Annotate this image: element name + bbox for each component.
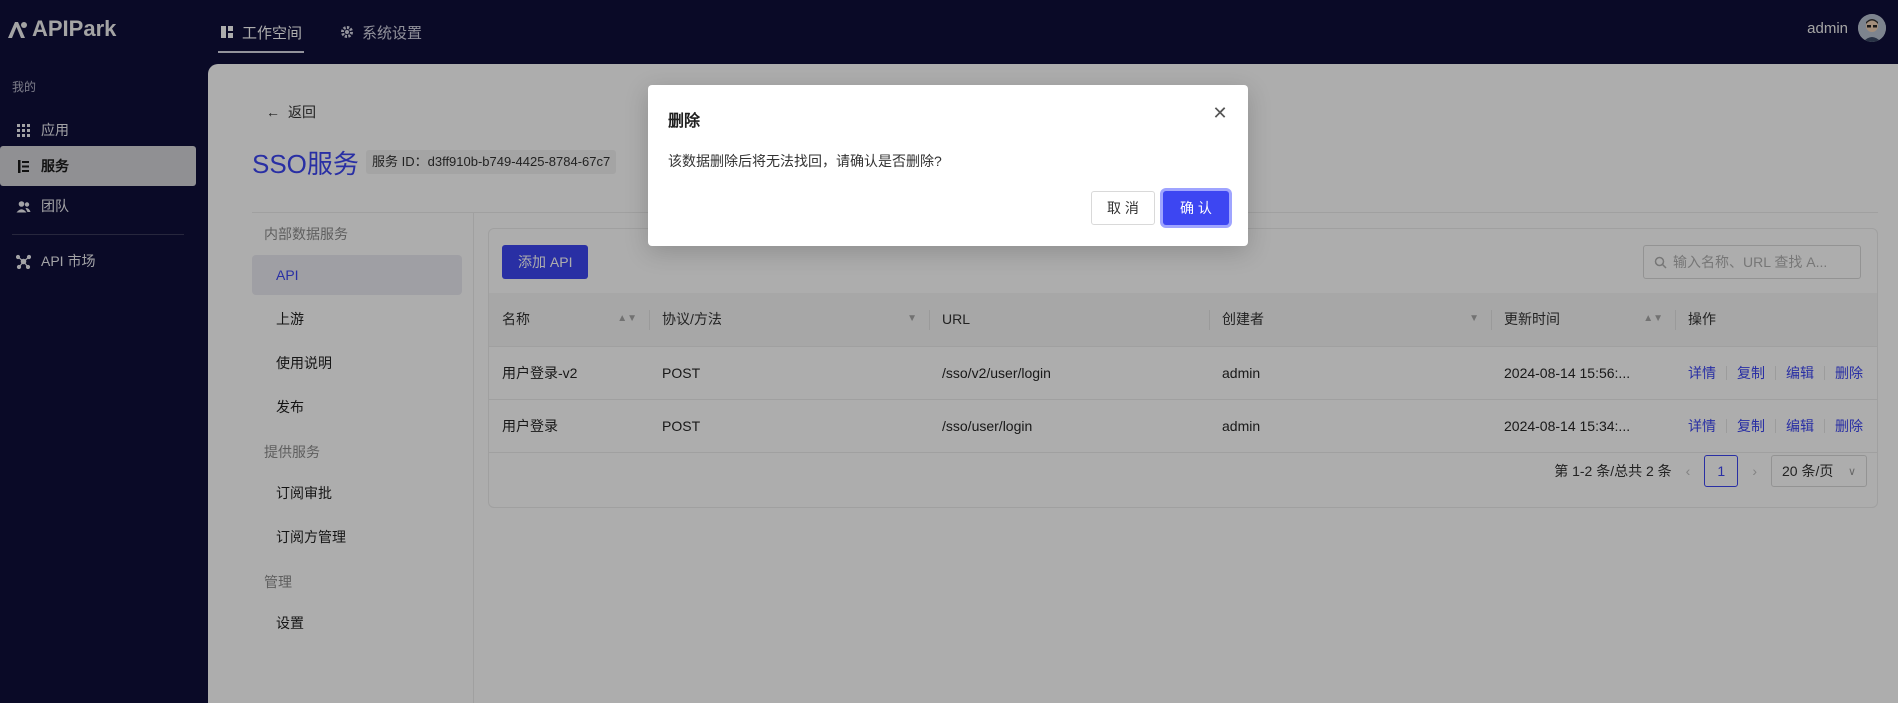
dialog-message: 该数据删除后将无法找回，请确认是否删除? <box>668 153 942 169</box>
dialog-title: 删除 <box>668 113 701 130</box>
close-icon[interactable]: ✕ <box>1210 103 1230 123</box>
confirm-button[interactable]: 确 认 <box>1163 191 1229 225</box>
cancel-button[interactable]: 取 消 <box>1091 191 1155 225</box>
delete-confirm-dialog: 删除 ✕ 该数据删除后将无法找回，请确认是否删除? 取 消 确 认 <box>648 85 1248 246</box>
